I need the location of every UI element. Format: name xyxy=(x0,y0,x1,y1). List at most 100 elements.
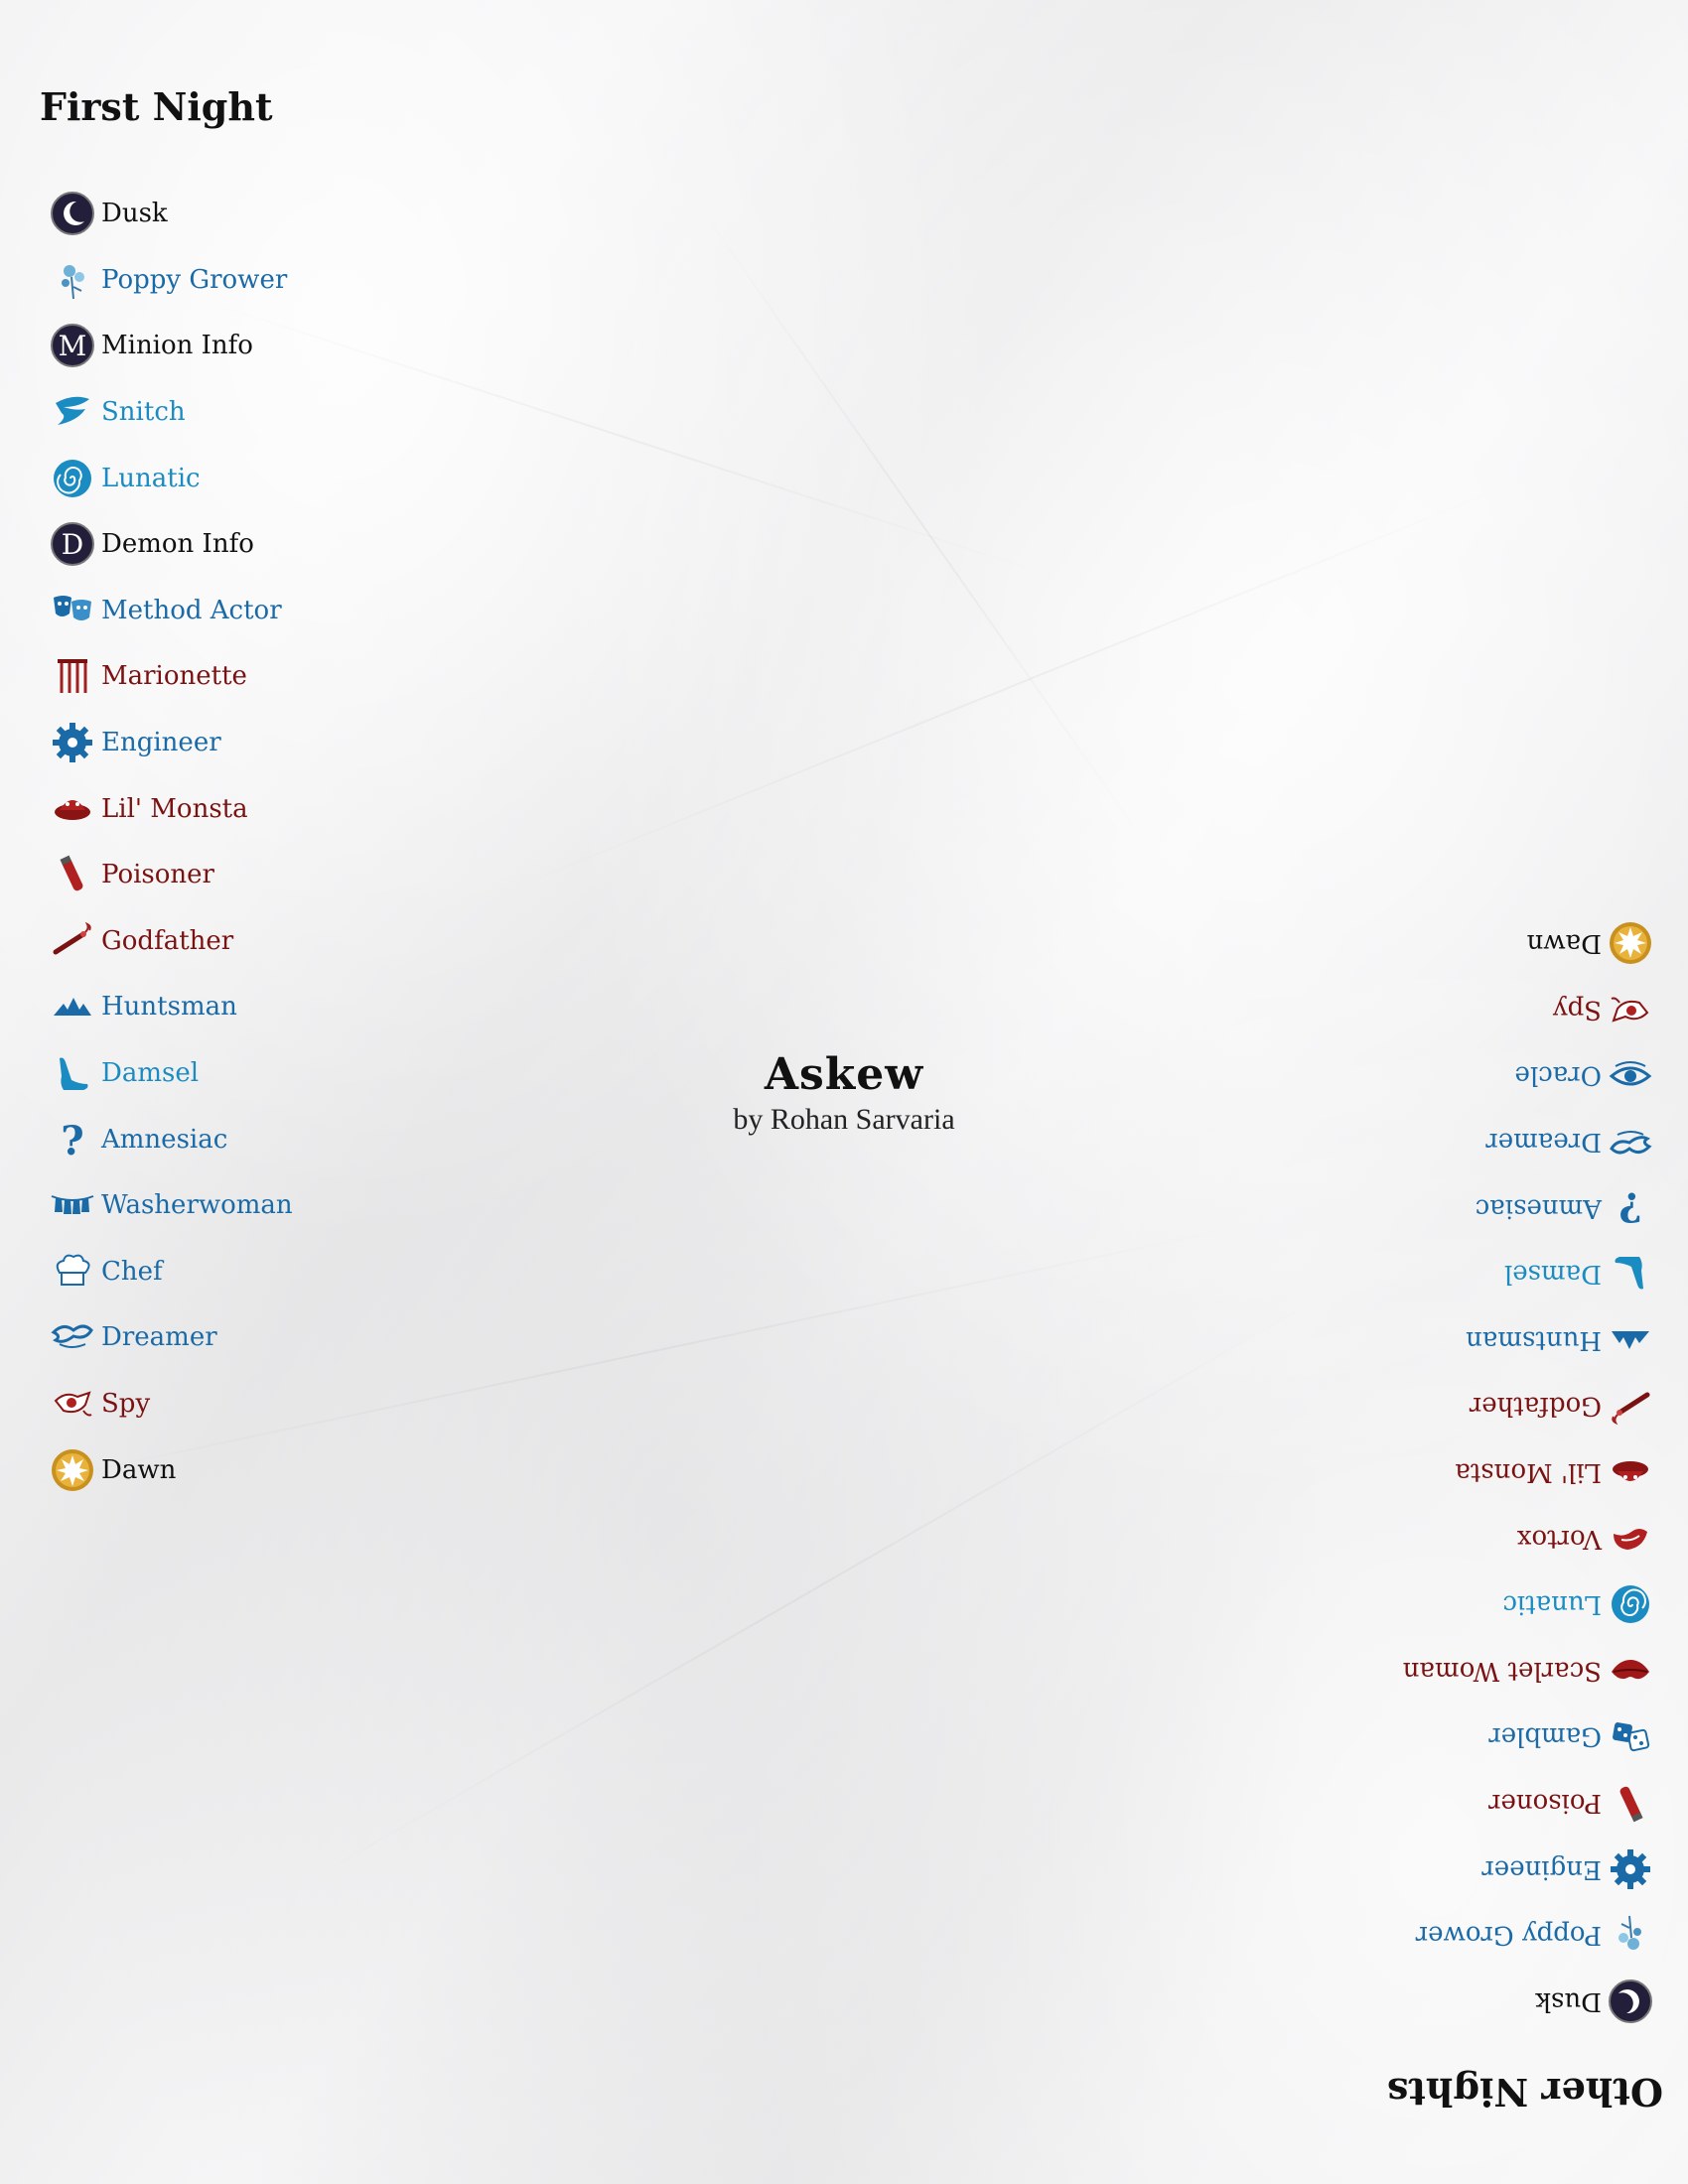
other-nights-item: Huntsman xyxy=(1246,1306,1653,1373)
first-night-item-label: Dawn xyxy=(101,1454,177,1485)
first-night-item: ? Amnesiac xyxy=(50,1106,437,1172)
washerwoman-icon xyxy=(50,1182,95,1228)
first-night-panel: First Night Dusk Poppy Grower M Minion Info… xyxy=(40,79,437,1503)
theater-masks-icon xyxy=(50,588,95,633)
other-nights-heading: Other Nights xyxy=(1386,2070,1663,2115)
other-nights-item: Damsel xyxy=(1246,1241,1653,1307)
other-nights-item-label: Godfather xyxy=(1469,1391,1602,1422)
first-night-item: Engineer xyxy=(50,710,437,776)
dreamer-icon xyxy=(1608,1119,1653,1164)
other-nights-item-label: Poppy Grower xyxy=(1415,1920,1602,1951)
huntsman-icon xyxy=(1608,1317,1653,1363)
first-night-item-label: Minion Info xyxy=(101,331,253,361)
poison-vial-icon xyxy=(50,852,95,897)
other-nights-item: Vortox xyxy=(1246,1505,1653,1571)
first-night-item-label: Washerwoman xyxy=(101,1190,293,1221)
script-author: by Rohan Sarvaria xyxy=(733,1103,955,1136)
first-night-item-label: Spy xyxy=(101,1388,151,1419)
svg-text:?: ? xyxy=(1618,1185,1641,1230)
other-nights-item: Scarlet Woman xyxy=(1246,1637,1653,1704)
other-nights-item: Engineer xyxy=(1246,1836,1653,1902)
gear-icon xyxy=(50,720,95,765)
first-night-item-label: Lunatic xyxy=(101,463,201,493)
first-night-item-label: Method Actor xyxy=(101,595,282,625)
demon-info-icon: D xyxy=(50,521,95,567)
other-nights-item: Lil' Monsta xyxy=(1246,1439,1653,1506)
first-night-item-label: Godfather xyxy=(101,925,234,956)
first-night-item: D Demon Info xyxy=(50,511,437,578)
marionette-icon xyxy=(50,653,95,699)
first-night-item: Dreamer xyxy=(50,1304,437,1371)
oracle-eye-icon xyxy=(1608,1052,1653,1098)
other-nights-item-label: Lunatic xyxy=(1502,1589,1602,1620)
slipper-icon xyxy=(1608,1251,1653,1297)
first-night-item: Lunatic xyxy=(50,445,437,511)
first-night-item: Method Actor xyxy=(50,578,437,644)
other-nights-item: Gambler xyxy=(1246,1704,1653,1770)
snitch-icon xyxy=(50,389,95,435)
sun-icon xyxy=(50,1447,95,1493)
other-nights-item-label: Amnesiac xyxy=(1475,1192,1602,1223)
other-nights-item-label: Poisoner xyxy=(1488,1787,1602,1818)
poppy-icon xyxy=(1608,1912,1653,1958)
minion-info-icon: M xyxy=(50,323,95,368)
cigar-icon xyxy=(50,918,95,964)
first-night-item: Huntsman xyxy=(50,974,437,1040)
first-night-item-label: Marionette xyxy=(101,661,247,692)
gear-icon xyxy=(1608,1846,1653,1892)
first-night-item-label: Engineer xyxy=(101,728,221,758)
other-nights-item-label: Dusk xyxy=(1535,1985,1602,2016)
first-night-item: Poisoner xyxy=(50,842,437,908)
poppy-icon xyxy=(50,257,95,303)
vortox-icon xyxy=(1608,1516,1653,1562)
first-night-item-label: Huntsman xyxy=(101,992,237,1023)
poison-vial-icon xyxy=(1608,1780,1653,1826)
first-night-item: M Minion Info xyxy=(50,313,437,379)
first-night-item: Dusk xyxy=(50,181,437,247)
cigar-icon xyxy=(1608,1383,1653,1429)
other-nights-item: Dreamer xyxy=(1246,1109,1653,1175)
chef-hat-icon xyxy=(50,1249,95,1295)
script-title-block: Askew by Rohan Sarvaria xyxy=(645,1047,1043,1137)
first-night-item-label: Damsel xyxy=(101,1058,200,1089)
other-nights-panel: Other Nights Dusk Poppy Grower Engineer Poi… xyxy=(1246,898,1663,2119)
first-night-item-label: Dreamer xyxy=(101,1322,217,1353)
other-nights-item-label: Engineer xyxy=(1481,1853,1602,1884)
other-nights-item: Spy xyxy=(1246,977,1653,1043)
other-nights-item-label: Vortox xyxy=(1516,1523,1602,1554)
first-night-item-label: Poisoner xyxy=(101,860,214,890)
spiral-icon xyxy=(1608,1581,1653,1627)
first-night-item: Godfather xyxy=(50,908,437,975)
other-nights-item-label: Damsel xyxy=(1503,1259,1602,1290)
svg-text:M: M xyxy=(59,330,87,362)
other-nights-item-label: Huntsman xyxy=(1466,1324,1602,1355)
first-night-item: Spy xyxy=(50,1371,437,1437)
first-night-item-label: Demon Info xyxy=(101,529,254,560)
sun-icon xyxy=(1608,920,1653,966)
dice-icon xyxy=(1608,1713,1653,1759)
first-night-item-label: Dusk xyxy=(101,199,168,229)
huntsman-icon xyxy=(50,984,95,1029)
other-nights-item-label: Dawn xyxy=(1526,928,1602,959)
slipper-icon xyxy=(50,1050,95,1096)
other-nights-item: Lunatic xyxy=(1246,1571,1653,1638)
spiral-icon xyxy=(50,456,95,501)
first-night-item: Chef xyxy=(50,1239,437,1305)
first-night-item: Washerwoman xyxy=(50,1172,437,1239)
other-nights-item-label: Oracle xyxy=(1514,1060,1602,1091)
other-nights-item-label: Lil' Monsta xyxy=(1455,1456,1602,1487)
first-night-item-label: Chef xyxy=(101,1256,163,1287)
other-nights-item-label: Spy xyxy=(1552,994,1602,1024)
first-night-list: Dusk Poppy Grower M Minion Info Snitch Lunati… xyxy=(50,181,437,1503)
svg-text:D: D xyxy=(62,528,83,561)
first-night-item-label: Poppy Grower xyxy=(101,264,288,295)
first-night-item: Marionette xyxy=(50,643,437,710)
other-nights-item: Poisoner xyxy=(1246,1770,1653,1837)
spy-icon xyxy=(50,1381,95,1427)
first-night-item: Lil' Monsta xyxy=(50,775,437,842)
other-nights-item: Oracle xyxy=(1246,1042,1653,1109)
first-night-item: Snitch xyxy=(50,379,437,446)
other-nights-item-label: Gambler xyxy=(1488,1721,1602,1752)
first-night-item-label: Snitch xyxy=(101,397,186,428)
lil-monsta-icon xyxy=(1608,1449,1653,1495)
